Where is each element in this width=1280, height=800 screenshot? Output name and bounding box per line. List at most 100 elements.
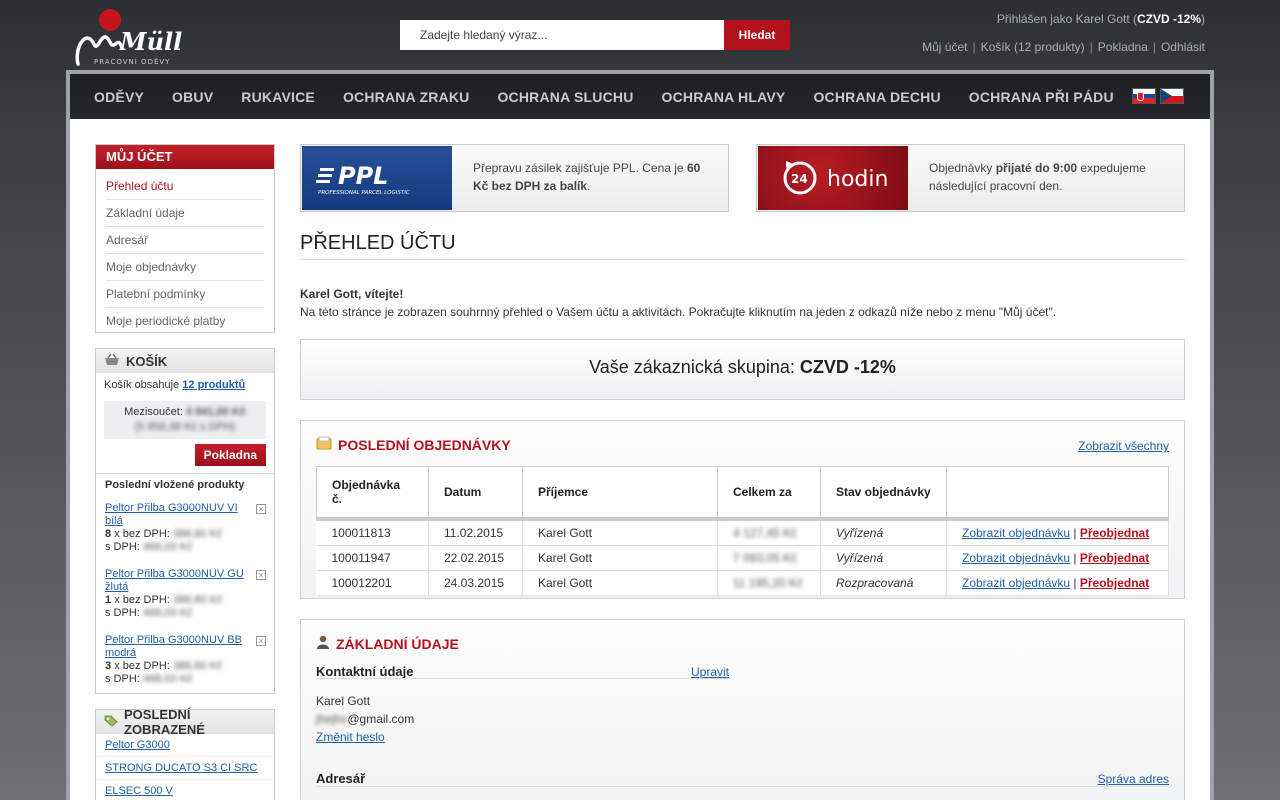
order-total-value: 4 127,45 Kč — [733, 526, 798, 540]
recent-orders-title: POSLEDNÍ OBJEDNÁVKY — [316, 436, 511, 453]
nav-item-ochrana-dechu[interactable]: OCHRANA DECHU — [813, 89, 940, 105]
viewed-item[interactable]: Peltor G3000 — [96, 734, 274, 757]
sidebar-item-overview[interactable]: Přehled účtu — [106, 173, 264, 200]
page-title: PŘEHLED ÚČTU — [300, 232, 456, 254]
cart-subtotal: Mezisoučet: 4 841,00 Kč (5 856,38 Kč s D… — [104, 401, 266, 439]
login-info: Přihlášen jako Karel Gott (CZVD -12%) — [997, 12, 1205, 26]
reorder-link[interactable]: Přeobjednat — [1080, 551, 1149, 565]
nav-item-ochrana-zraku[interactable]: OCHRANA ZRAKU — [343, 89, 470, 105]
order-status: Rozpracovaná — [820, 570, 947, 596]
customer-group-label: Vaše zákaznická skupina: — [589, 357, 800, 377]
24h-number: 24 — [791, 172, 808, 186]
order-total-value: 7 093,05 Kč — [733, 551, 798, 565]
nav-item-obuv[interactable]: OBUV — [172, 89, 213, 105]
ppl-text-2: . — [587, 179, 591, 193]
basket-icon — [104, 353, 120, 369]
order-id: 100011813 — [316, 519, 429, 546]
remove-icon[interactable]: × — [256, 504, 266, 514]
content-area: MŮJ ÚČET Přehled účtu Základní údaje Adr… — [70, 119, 1210, 800]
cart-box: KOŠÍK Košík obsahuje 12 produktů Mezisou… — [95, 348, 275, 694]
order-date: 11.02.2015 — [428, 519, 523, 546]
recently-viewed-box: POSLEDNÍ ZOBRAZENÉ Peltor G3000 STRONG D… — [95, 707, 275, 800]
cart-text: Košík obsahuje — [104, 379, 180, 391]
sidebar-item-basic-info[interactable]: Základní údaje — [106, 200, 264, 227]
contact-name: Karel Gott — [316, 694, 371, 708]
czech-flag-icon[interactable] — [1160, 88, 1184, 104]
search-button[interactable]: Hledat — [724, 20, 790, 50]
order-actions: Zobrazit objednávku | Přeobjednat — [946, 570, 1169, 596]
order-actions: Zobrazit objednávku | Přeobjednat — [946, 519, 1169, 546]
recent-product-qty: 1 — [105, 594, 112, 606]
order-total: 4 127,45 Kč — [717, 519, 821, 546]
checkout-link[interactable]: Pokladna — [1098, 40, 1148, 54]
recent-orders-section: POSLEDNÍ OBJEDNÁVKY Zobrazit všechny Obj… — [300, 420, 1185, 599]
contact-info-label: Kontaktní údaje — [316, 664, 414, 679]
reorder-link[interactable]: Přeobjednat — [1080, 526, 1149, 540]
my-account-link[interactable]: Můj účet — [922, 40, 967, 54]
view-order-link[interactable]: Zobrazit objednávku — [962, 551, 1070, 565]
sidebar-item-payment-terms[interactable]: Platební podmínky — [106, 281, 264, 308]
address-book-label: Adresář — [316, 771, 366, 786]
show-all-orders-link[interactable]: Zobrazit všechny — [1078, 439, 1169, 453]
24h-text-1: Objednávky — [929, 161, 996, 175]
orders-table: Objednávka č. Datum Příjemce Celkem za S… — [316, 466, 1169, 596]
remove-icon[interactable]: × — [256, 570, 266, 580]
price-ex-vat: 386,80 Kč — [172, 594, 223, 606]
cart-link[interactable]: Košík (12 produkty) — [981, 40, 1085, 54]
24h-word: hodin — [827, 167, 888, 192]
qty-suffix: x bez DPH: — [114, 660, 170, 672]
checkout-button[interactable]: Pokladna — [194, 444, 266, 466]
logo[interactable]: Müller PRACOVNÍ ODĚVY — [72, 8, 213, 74]
nav-item-rukavice[interactable]: RUKAVICE — [241, 89, 315, 105]
manage-addresses-link[interactable]: Správa adres — [1098, 772, 1169, 786]
qty-suffix: x bez DPH: — [114, 594, 170, 606]
table-row: 100011947 22.02.2015 Karel Gott 7 093,05… — [316, 545, 1169, 571]
logout-link[interactable]: Odhlásit — [1161, 40, 1205, 54]
table-row: 100012201 24.03.2015 Karel Gott 11 195,2… — [316, 570, 1169, 596]
ppl-logo: PPL PROFESSIONAL PARCEL LOGISTIC — [302, 146, 452, 210]
vat-label: s DPH: — [105, 673, 140, 685]
nav-item-ochrana-sluchu[interactable]: OCHRANA SLUCHU — [497, 89, 633, 105]
recently-viewed-title: POSLEDNÍ ZOBRAZENÉ — [124, 707, 205, 737]
viewed-item[interactable]: ELSEC 500 V — [96, 780, 274, 800]
order-status: Vyřízená — [820, 545, 947, 571]
order-recipient: Karel Gott — [522, 570, 718, 596]
welcome-heading: Karel Gott, vítejte! — [300, 287, 404, 301]
nav-item-ochrana-hlavy[interactable]: OCHRANA HLAVY — [662, 89, 786, 105]
recent-orders-heading: POSLEDNÍ OBJEDNÁVKY — [338, 436, 511, 453]
address-divider — [316, 786, 1169, 787]
orders-icon — [316, 436, 332, 453]
contact-details: Karel Gott jhejhs@gmail.com Změnit heslo — [316, 692, 414, 746]
ppl-text: Přepravu zásilek zajišťuje PPL. Cena je … — [473, 159, 718, 195]
slovak-flag-icon[interactable] — [1132, 88, 1156, 104]
reorder-link[interactable]: Přeobjednat — [1080, 576, 1149, 590]
view-order-link[interactable]: Zobrazit objednávku — [962, 576, 1070, 590]
sidebar-item-address-book[interactable]: Adresář — [106, 227, 264, 254]
column-header: Datum — [428, 466, 523, 521]
view-order-link[interactable]: Zobrazit objednávku — [962, 526, 1070, 540]
remove-icon[interactable]: × — [256, 636, 266, 646]
sidebar-item-periodic-payments[interactable]: Moje periodické platby — [106, 308, 264, 334]
recent-product-link[interactable]: Peltor Přilba G3000NUV VI bílá — [105, 502, 240, 528]
24h-text: Objednávky přijaté do 9:00 expedujeme ná… — [929, 159, 1174, 195]
main-nav: ODĚVY OBUV RUKAVICE OCHRANA ZRAKU OCHRAN… — [70, 74, 1210, 119]
change-password-link[interactable]: Změnit heslo — [316, 730, 385, 744]
nav-item-odevy[interactable]: ODĚVY — [94, 89, 144, 105]
user-icon — [316, 635, 330, 652]
sidebar-item-my-orders[interactable]: Moje objednávky — [106, 254, 264, 281]
edit-contact-link[interactable]: Upravit — [691, 665, 729, 679]
price-ex-vat: 386,80 Kč — [172, 660, 223, 672]
viewed-item[interactable]: STRONG DUCATO S3 CI SRC — [96, 757, 274, 780]
search-input[interactable] — [400, 20, 724, 50]
logo-text: Müller — [119, 27, 182, 56]
nav-item-ochrana-pri-padu[interactable]: OCHRANA PŘI PÁDU — [969, 89, 1114, 105]
recent-product-link[interactable]: Peltor Přilba G3000NUV BB modrá — [105, 634, 245, 660]
cart-count-link[interactable]: 12 produktů — [182, 379, 245, 391]
order-date: 22.02.2015 — [428, 545, 523, 571]
vat-label: s DPH: — [105, 541, 140, 553]
order-recipient: Karel Gott — [522, 519, 718, 546]
recent-product-link[interactable]: Peltor Přilba G3000NUV GU žlutá — [105, 568, 245, 594]
account-menu-title: MŮJ ÚČET — [96, 145, 274, 169]
basic-info-section: ZÁKLADNÍ ÚDAJE Kontaktní údaje Upravit K… — [300, 619, 1185, 800]
order-actions: Zobrazit objednávku | Přeobjednat — [946, 545, 1169, 571]
